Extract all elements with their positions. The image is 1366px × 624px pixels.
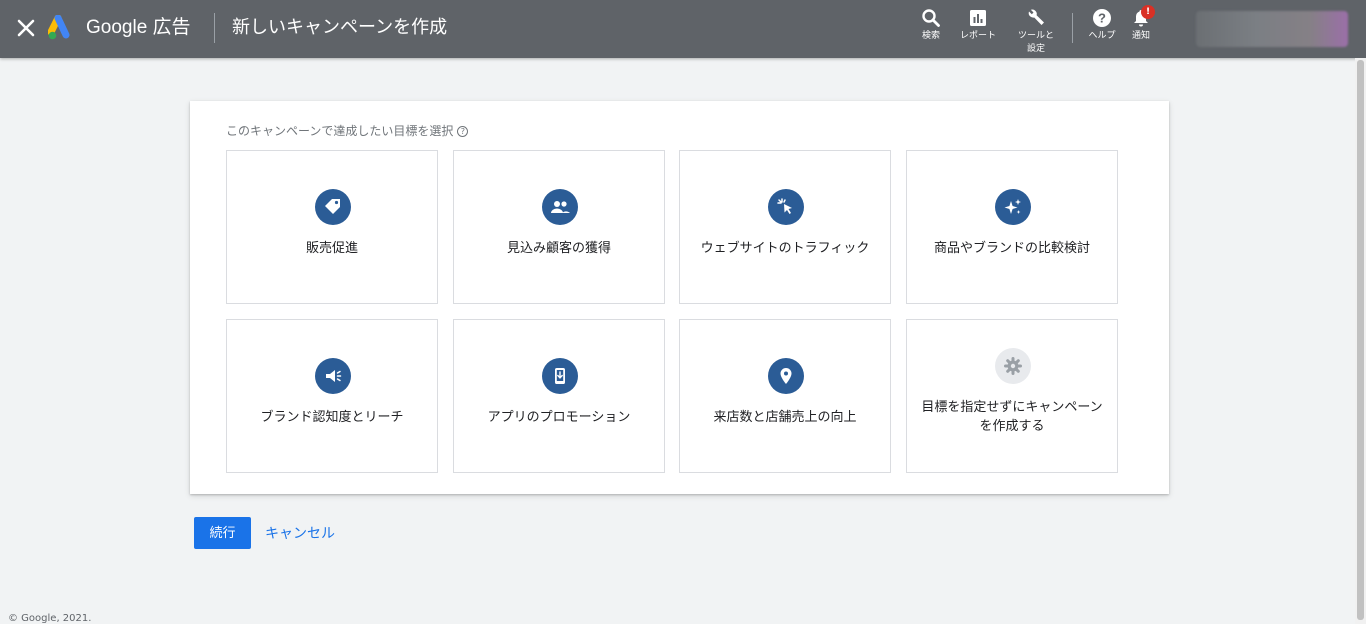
product-name: Google 広告 xyxy=(86,17,191,38)
reports-button[interactable]: レポート xyxy=(950,8,1006,43)
svg-text:?: ? xyxy=(1098,11,1106,26)
copyright-footer: © Google, 2021. xyxy=(8,613,92,624)
search-label: 検索 xyxy=(921,31,940,41)
help-icon: ? xyxy=(1093,9,1111,27)
tools-settings-button[interactable]: ツールと 設定 xyxy=(1008,8,1064,56)
reports-label: レポート xyxy=(959,31,996,41)
goal-label: ウェブサイトのトラフィック xyxy=(700,241,870,256)
goal-question-label: このキャンペーンで達成したい目標を選択? xyxy=(226,123,469,139)
people-icon xyxy=(542,189,578,225)
goal-option-local-visits[interactable]: 来店数と店舗売上の向上 xyxy=(679,319,891,473)
wrench-icon xyxy=(1028,9,1044,25)
vertical-scrollbar[interactable] xyxy=(1355,58,1366,624)
cursor-click-icon xyxy=(768,189,804,225)
reports-icon xyxy=(970,10,986,26)
goal-label: ブランド認知度とリーチ xyxy=(260,410,404,425)
goal-selection-card: このキャンペーンで達成したい目標を選択? 販売促進 見込み顧客の獲得 ウェブサイ… xyxy=(190,101,1169,494)
goal-option-leads[interactable]: 見込み顧客の獲得 xyxy=(453,150,665,304)
goal-label: 商品やブランドの比較検討 xyxy=(933,241,1090,256)
sparkle-icon xyxy=(995,189,1031,225)
search-icon xyxy=(922,9,940,27)
goal-label: 販売促進 xyxy=(305,241,358,256)
goal-label: 見込み顧客の獲得 xyxy=(506,241,611,256)
tools-settings-label: ツールと 設定 xyxy=(1017,31,1054,54)
close-icon[interactable] xyxy=(14,16,38,40)
phone-download-icon xyxy=(542,358,578,394)
megaphone-icon xyxy=(315,358,351,394)
goal-option-consideration[interactable]: 商品やブランドの比較検討 xyxy=(906,150,1118,304)
goal-option-website-traffic[interactable]: ウェブサイトのトラフィック xyxy=(679,150,891,304)
header-divider xyxy=(214,13,215,43)
cancel-link[interactable]: キャンセル xyxy=(265,524,335,544)
gear-icon xyxy=(995,348,1031,384)
location-pin-icon xyxy=(768,358,804,394)
goal-label: アプリのプロモーション xyxy=(487,410,631,425)
google-ads-logo-icon xyxy=(47,14,76,41)
goal-label: 目標を指定せずにキャンペーンを作成する xyxy=(921,400,1103,434)
top-app-bar: Google 広告 新しいキャンペーンを作成 検索 レポート ツールと 設定 ?… xyxy=(0,0,1366,58)
scrollbar-thumb[interactable] xyxy=(1357,60,1364,620)
goal-label: 来店数と店舗売上の向上 xyxy=(713,410,857,425)
goal-option-sales[interactable]: 販売促進 xyxy=(226,150,438,304)
notification-badge: ! xyxy=(1141,5,1155,19)
account-switcher[interactable] xyxy=(1196,11,1348,47)
help-label: ヘルプ xyxy=(1088,31,1116,41)
notifications-button[interactable]: ! 通知 xyxy=(1113,5,1169,43)
goal-option-app-promotion[interactable]: アプリのプロモーション xyxy=(453,319,665,473)
goal-option-brand-awareness[interactable]: ブランド認知度とリーチ xyxy=(226,319,438,473)
tag-icon xyxy=(315,189,351,225)
help-circle-icon[interactable]: ? xyxy=(457,126,469,137)
goal-question-text: このキャンペーンで達成したい目標を選択 xyxy=(226,124,454,138)
notifications-label: 通知 xyxy=(1131,31,1150,41)
toolbar-divider xyxy=(1072,13,1073,43)
goal-option-no-goal[interactable]: 目標を指定せずにキャンペーンを作成する xyxy=(906,319,1118,473)
continue-button[interactable]: 続行 xyxy=(194,517,251,549)
page-title: 新しいキャンペーンを作成 xyxy=(232,17,448,38)
